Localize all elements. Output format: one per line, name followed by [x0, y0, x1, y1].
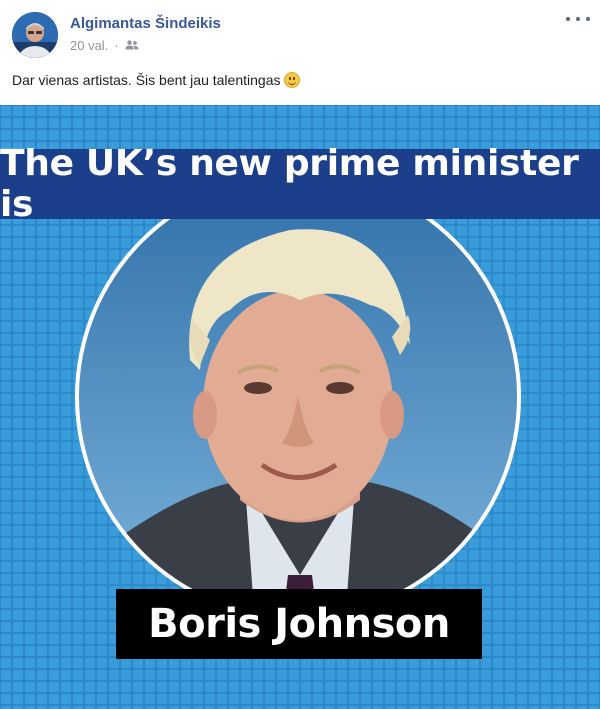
post-timestamp[interactable]: 20 val.	[70, 38, 108, 53]
smiley-emoji-icon	[284, 72, 301, 88]
name-text: Boris Johnson	[148, 601, 450, 647]
headline-banner: The UK’s new prime minister is	[0, 143, 600, 225]
meta-separator: ·	[114, 38, 119, 53]
more-options-icon[interactable]	[566, 12, 590, 26]
facebook-post: Algimantas Šindeikis 20 val. · Dar viena…	[0, 0, 600, 709]
post-meta: 20 val. ·	[70, 38, 139, 53]
post-header: Algimantas Šindeikis 20 val. ·	[0, 0, 600, 64]
author-name[interactable]: Algimantas Šindeikis	[70, 15, 221, 32]
author-avatar[interactable]	[12, 12, 58, 58]
post-message: Dar vienas artistas. Šis bent jau talent…	[12, 72, 281, 88]
name-caption: Boris Johnson	[116, 589, 482, 659]
post-text: Dar vienas artistas. Šis bent jau talent…	[12, 72, 301, 88]
headline-text: The UK’s new prime minister is	[0, 143, 579, 225]
friends-icon[interactable]	[125, 38, 139, 53]
